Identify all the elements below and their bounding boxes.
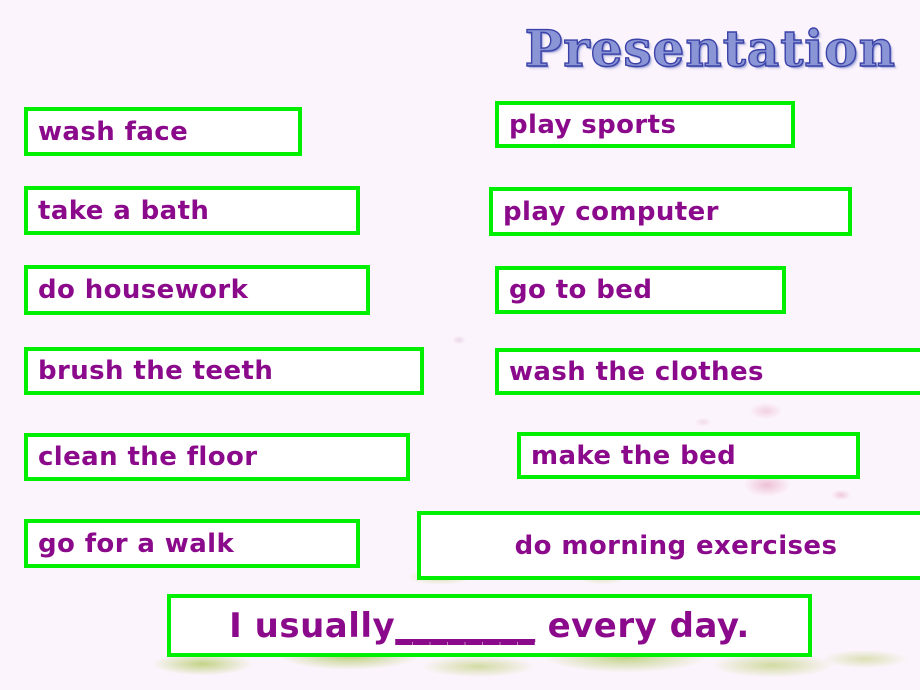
phrase-box-play-sports[interactable]: play sports bbox=[495, 101, 795, 148]
flower-watermark-b bbox=[742, 398, 790, 424]
phrase-label-clean-the-floor: clean the floor bbox=[38, 442, 258, 472]
phrase-label-play-computer: play computer bbox=[503, 196, 719, 227]
slide-canvas: Presentation wash face take a bath do hous… bbox=[0, 0, 920, 690]
sentence-prefix: I usually bbox=[229, 605, 396, 646]
phrase-box-take-a-bath[interactable]: take a bath bbox=[24, 186, 360, 235]
phrase-label-take-a-bath: take a bath bbox=[38, 195, 210, 226]
phrase-box-play-computer[interactable]: play computer bbox=[489, 187, 852, 236]
phrase-box-go-to-bed[interactable]: go to bed bbox=[495, 266, 786, 314]
sentence-blank[interactable]: ________ bbox=[395, 606, 535, 646]
flower-watermark-e bbox=[690, 414, 716, 430]
sentence-suffix: every day. bbox=[535, 605, 750, 646]
sentence-frame: I usually________ every day. bbox=[167, 594, 812, 657]
phrase-label-wash-the-clothes: wash the clothes bbox=[509, 356, 764, 387]
phrase-label-brush-the-teeth: brush the teeth bbox=[38, 356, 274, 386]
phrase-label-go-to-bed: go to bed bbox=[509, 275, 653, 305]
flower-watermark-d bbox=[448, 332, 470, 348]
phrase-label-go-for-a-walk: go for a walk bbox=[38, 528, 235, 559]
phrase-label-make-the-bed: make the bed bbox=[531, 440, 737, 471]
phrase-label-do-housework: do housework bbox=[38, 275, 249, 305]
phrase-label-wash-face: wash face bbox=[38, 116, 189, 147]
phrase-box-go-for-a-walk[interactable]: go for a walk bbox=[24, 519, 360, 568]
phrase-box-do-housework[interactable]: do housework bbox=[24, 265, 370, 315]
phrase-box-wash-face[interactable]: wash face bbox=[24, 107, 302, 156]
phrase-label-do-morning-exercises: do morning exercises bbox=[514, 530, 838, 561]
sentence-text: I usually________ every day. bbox=[229, 609, 750, 643]
phrase-box-wash-the-clothes[interactable]: wash the clothes bbox=[495, 348, 920, 395]
phrase-box-brush-the-teeth[interactable]: brush the teeth bbox=[24, 347, 424, 395]
phrase-box-do-morning-exercises[interactable]: do morning exercises bbox=[417, 511, 920, 580]
phrase-label-play-sports: play sports bbox=[509, 109, 677, 140]
flower-watermark-c bbox=[826, 486, 856, 504]
slide-title: Presentation bbox=[524, 19, 896, 78]
phrase-box-make-the-bed[interactable]: make the bed bbox=[517, 432, 860, 479]
phrase-box-clean-the-floor[interactable]: clean the floor bbox=[24, 433, 410, 481]
